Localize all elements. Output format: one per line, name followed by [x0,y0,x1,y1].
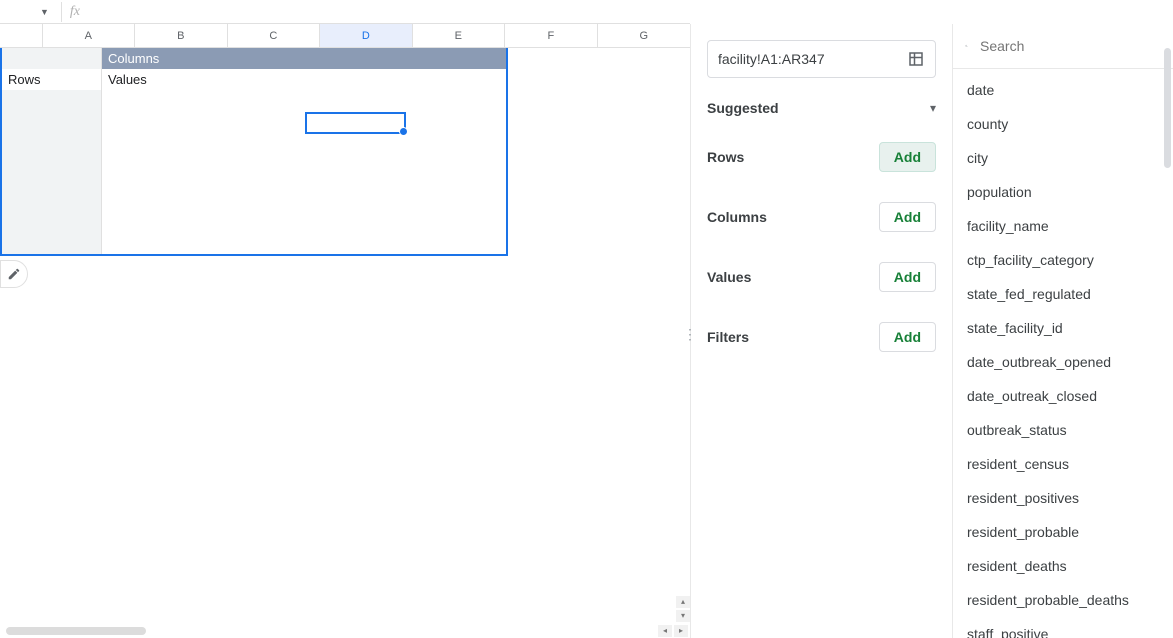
field-item[interactable]: resident_deaths [953,549,1173,583]
filters-label: Filters [707,329,749,345]
edit-pivot-button[interactable] [0,260,28,288]
add-filters-button[interactable]: Add [879,322,936,352]
field-item[interactable]: date_outbreak_opened [953,345,1173,379]
field-item[interactable]: outbreak_status [953,413,1173,447]
field-item[interactable]: resident_probable [953,515,1173,549]
field-item[interactable]: staff_positive [953,617,1173,638]
field-item[interactable]: date_outreak_closed [953,379,1173,413]
field-item[interactable]: facility_name [953,209,1173,243]
field-item[interactable]: state_facility_id [953,311,1173,345]
pivot-body [102,90,506,254]
fields-scrollbar[interactable] [1164,48,1171,168]
field-item[interactable]: date [953,73,1173,107]
field-item[interactable]: resident_census [953,447,1173,481]
values-label: Values [707,269,751,285]
formula-bar: ▼ fx [0,0,690,24]
col-header-A[interactable]: A [43,24,136,47]
select-all-corner[interactable] [0,24,43,47]
grid-body[interactable]: Columns Rows Values ▴ ▾ [0,48,690,638]
col-header-D[interactable]: D [320,24,413,47]
add-values-button[interactable]: Add [879,262,936,292]
hscroll-thumb[interactable] [6,627,146,635]
fields-search[interactable] [953,24,1173,68]
pivot-values-label: Values [102,69,506,90]
fields-list: date county city population facility_nam… [953,69,1173,638]
values-section: Values Add [707,262,936,292]
select-range-icon[interactable] [907,50,925,68]
active-cell[interactable] [305,112,406,134]
rows-section: Rows Add [707,142,936,172]
scroll-left-icon[interactable]: ◂ [658,625,672,637]
spreadsheet-area: A B C D E F G Columns Rows Values [0,24,690,638]
field-item[interactable]: state_fed_regulated [953,277,1173,311]
fields-search-input[interactable] [980,38,1161,54]
search-icon [965,37,968,55]
columns-section: Columns Add [707,202,936,232]
field-item[interactable]: ctp_facility_category [953,243,1173,277]
data-range-text: facility!A1:AR347 [718,51,825,67]
data-range-input[interactable]: facility!A1:AR347 [707,40,936,78]
col-header-E[interactable]: E [413,24,506,47]
pivot-rows-header [2,48,102,69]
suggested-toggle[interactable]: Suggested ▾ [707,100,936,116]
fx-label: fx [70,4,80,20]
col-header-F[interactable]: F [505,24,598,47]
pencil-icon [7,267,21,281]
divider [61,2,62,22]
filters-section: ⋮ Filters Add [707,322,936,352]
scroll-up-icon[interactable]: ▴ [676,596,690,608]
pivot-row-stub [2,90,102,254]
pivot-rows-label: Rows [2,69,102,90]
name-box-dropdown-icon[interactable]: ▼ [40,7,49,17]
col-header-B[interactable]: B [135,24,228,47]
pivot-placeholder: Columns Rows Values [0,48,508,256]
drag-handle-icon[interactable]: ⋮ [683,326,698,343]
field-item[interactable]: resident_probable_deaths [953,583,1173,617]
field-item[interactable]: city [953,141,1173,175]
scroll-down-icon[interactable]: ▾ [676,610,690,622]
scroll-right-icon[interactable]: ▸ [674,625,688,637]
chevron-down-icon: ▾ [930,101,936,115]
add-rows-button[interactable]: Add [879,142,936,172]
suggested-label: Suggested [707,100,779,116]
rows-label: Rows [707,149,744,165]
field-item[interactable]: population [953,175,1173,209]
col-header-C[interactable]: C [228,24,321,47]
columns-label: Columns [707,209,767,225]
pivot-columns-header: Columns [102,48,506,69]
horizontal-scrollbar[interactable]: ◂ ▸ [0,624,690,638]
field-item[interactable]: resident_positives [953,481,1173,515]
pivot-editor-panel: facility!A1:AR347 Suggested ▾ Rows Add C… [690,24,952,638]
column-headers: A B C D E F G [0,24,690,48]
add-columns-button[interactable]: Add [879,202,936,232]
field-item[interactable]: county [953,107,1173,141]
col-header-G[interactable]: G [598,24,690,47]
fields-panel: date county city population facility_nam… [952,24,1173,638]
